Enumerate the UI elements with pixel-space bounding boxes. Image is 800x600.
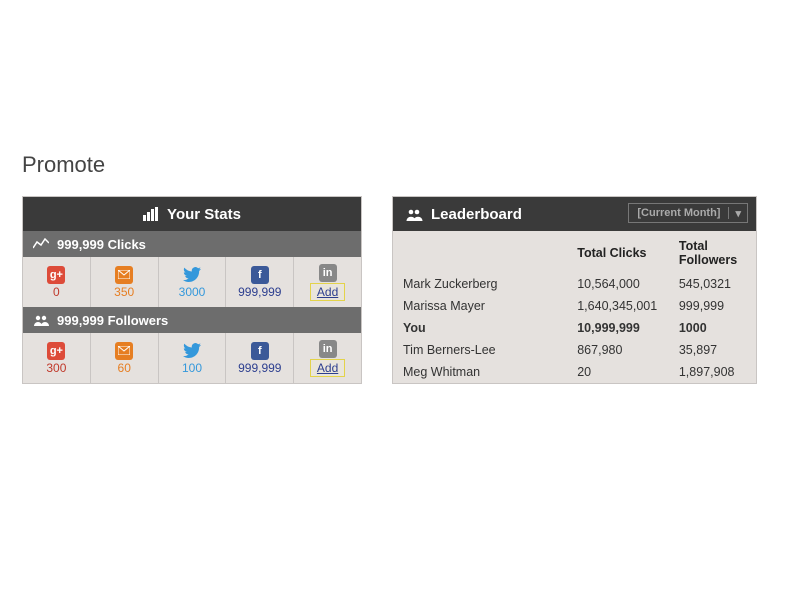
- your-stats-panel: Your Stats 999,999 Clicks g+ 0 350: [22, 196, 362, 384]
- facebook-clicks-value: 999,999: [238, 285, 281, 299]
- twitter-followers-cell[interactable]: 100: [159, 333, 227, 383]
- linkedin-icon: in: [319, 340, 337, 358]
- linkedin-clicks-cell[interactable]: in Add: [294, 257, 361, 307]
- table-row: Meg Whitman201,897,908: [393, 361, 756, 383]
- google-plus-icon: g+: [47, 266, 65, 284]
- table-cell-followers: 1000: [669, 317, 756, 339]
- gplus-followers-cell[interactable]: g+ 300: [23, 333, 91, 383]
- table-row: Marissa Mayer1,640,345,001999,999: [393, 295, 756, 317]
- table-row: Tim Berners-Lee867,98035,897: [393, 339, 756, 361]
- leaderboard-panel: Leaderboard [Current Month] ▾ Total Clic…: [392, 196, 757, 384]
- leaderboard-header: Leaderboard [Current Month] ▾: [393, 197, 756, 231]
- facebook-icon: f: [251, 342, 269, 360]
- twitter-followers-value: 100: [182, 361, 202, 375]
- leaderboard-col-name: [393, 231, 567, 273]
- leaderboard-col-clicks: Total Clicks: [567, 231, 669, 273]
- linkedin-followers-add-link[interactable]: Add: [310, 359, 345, 377]
- clicks-subheader: 999,999 Clicks: [23, 231, 361, 257]
- page-title: Promote: [22, 152, 778, 178]
- twitter-icon: [183, 342, 201, 360]
- table-cell-followers: 999,999: [669, 295, 756, 317]
- table-cell-followers: 1,897,908: [669, 361, 756, 383]
- facebook-followers-cell[interactable]: f 999,999: [226, 333, 294, 383]
- leaderboard-period-select[interactable]: [Current Month] ▾: [628, 203, 748, 223]
- mail-clicks-cell[interactable]: 350: [91, 257, 159, 307]
- facebook-icon: f: [251, 266, 269, 284]
- table-cell-clicks: 20: [567, 361, 669, 383]
- followers-label: 999,999 Followers: [57, 313, 168, 328]
- bar-chart-icon: [143, 207, 159, 221]
- people-icon: [33, 314, 49, 326]
- mail-icon: [115, 342, 133, 360]
- linkedin-clicks-add-link[interactable]: Add: [310, 283, 345, 301]
- table-cell-clicks: 10,564,000: [567, 273, 669, 295]
- your-stats-header: Your Stats: [23, 197, 361, 231]
- mail-followers-cell[interactable]: 60: [91, 333, 159, 383]
- table-cell-clicks: 10,999,999: [567, 317, 669, 339]
- gplus-clicks-cell[interactable]: g+ 0: [23, 257, 91, 307]
- table-cell-followers: 545,0321: [669, 273, 756, 295]
- people-icon: [405, 208, 423, 221]
- facebook-followers-value: 999,999: [238, 361, 281, 375]
- twitter-clicks-value: 3000: [179, 285, 206, 299]
- table-cell-clicks: 867,980: [567, 339, 669, 361]
- mail-followers-value: 60: [118, 361, 131, 375]
- table-cell-clicks: 1,640,345,001: [567, 295, 669, 317]
- gplus-clicks-value: 0: [53, 285, 60, 299]
- clicks-label: 999,999 Clicks: [57, 237, 146, 252]
- facebook-clicks-cell[interactable]: f 999,999: [226, 257, 294, 307]
- gplus-followers-value: 300: [46, 361, 66, 375]
- clicks-row: g+ 0 350 3000 f 999,999: [23, 257, 361, 307]
- your-stats-title: Your Stats: [167, 206, 241, 223]
- linkedin-followers-cell[interactable]: in Add: [294, 333, 361, 383]
- table-row: Mark Zuckerberg10,564,000545,0321: [393, 273, 756, 295]
- followers-subheader: 999,999 Followers: [23, 307, 361, 333]
- followers-row: g+ 300 60 100 f 999,999: [23, 333, 361, 383]
- table-cell-name: You: [393, 317, 567, 339]
- twitter-icon: [183, 266, 201, 284]
- google-plus-icon: g+: [47, 342, 65, 360]
- table-cell-name: Tim Berners-Lee: [393, 339, 567, 361]
- table-cell-name: Mark Zuckerberg: [393, 273, 567, 295]
- twitter-clicks-cell[interactable]: 3000: [159, 257, 227, 307]
- linkedin-icon: in: [319, 264, 337, 282]
- table-cell-name: Marissa Mayer: [393, 295, 567, 317]
- table-cell-name: Meg Whitman: [393, 361, 567, 383]
- table-cell-followers: 35,897: [669, 339, 756, 361]
- line-chart-icon: [33, 238, 49, 250]
- leaderboard-table: Total Clicks Total Followers Mark Zucker…: [393, 231, 756, 383]
- leaderboard-title: Leaderboard: [431, 206, 522, 223]
- chevron-down-icon: ▾: [729, 207, 747, 220]
- mail-clicks-value: 350: [114, 285, 134, 299]
- mail-icon: [115, 266, 133, 284]
- leaderboard-period-label: [Current Month]: [629, 207, 729, 219]
- leaderboard-col-followers: Total Followers: [669, 231, 756, 273]
- table-row: You10,999,9991000: [393, 317, 756, 339]
